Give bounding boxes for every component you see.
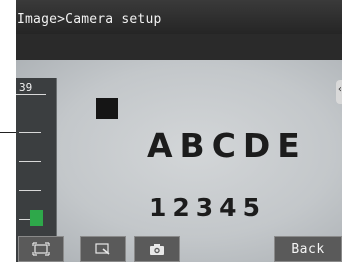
focus-meter-tick [19, 132, 41, 133]
target-square [96, 98, 118, 119]
breadcrumb: Image>Camera setup [17, 12, 162, 27]
focus-meter-top-line [16, 94, 46, 95]
fit-frame-button[interactable] [18, 236, 64, 262]
sample-letters: ABCDE [147, 126, 307, 165]
title-bar: Image>Camera setup [16, 0, 342, 34]
fit-frame-icon [32, 242, 50, 256]
focus-meter-tick [19, 190, 41, 191]
breadcrumb-parent[interactable]: Image [17, 12, 57, 27]
callout-pointer [0, 132, 16, 133]
focus-meter: 39 [16, 78, 57, 262]
chevron-left-icon: ‹ [337, 85, 342, 95]
back-button[interactable]: Back [274, 236, 342, 262]
breadcrumb-separator: > [57, 12, 66, 27]
focus-meter-value: 39 [19, 81, 33, 94]
camera-icon [149, 243, 165, 256]
zoom-icon [94, 242, 112, 256]
breadcrumb-current: Camera setup [65, 12, 162, 27]
zoom-button[interactable] [80, 236, 126, 262]
side-panel-toggle[interactable]: ‹ [336, 80, 342, 104]
sample-digits: 12345 [149, 193, 266, 222]
focus-meter-level [30, 210, 43, 226]
camera-image-view[interactable]: ABCDE 12345 [16, 60, 342, 262]
focus-meter-tick [19, 161, 41, 162]
camera-setup-screen: Image>Camera setup ABCDE 12345 39 ‹ [16, 0, 342, 262]
back-button-label: Back [291, 241, 325, 257]
capture-button[interactable] [134, 236, 180, 262]
